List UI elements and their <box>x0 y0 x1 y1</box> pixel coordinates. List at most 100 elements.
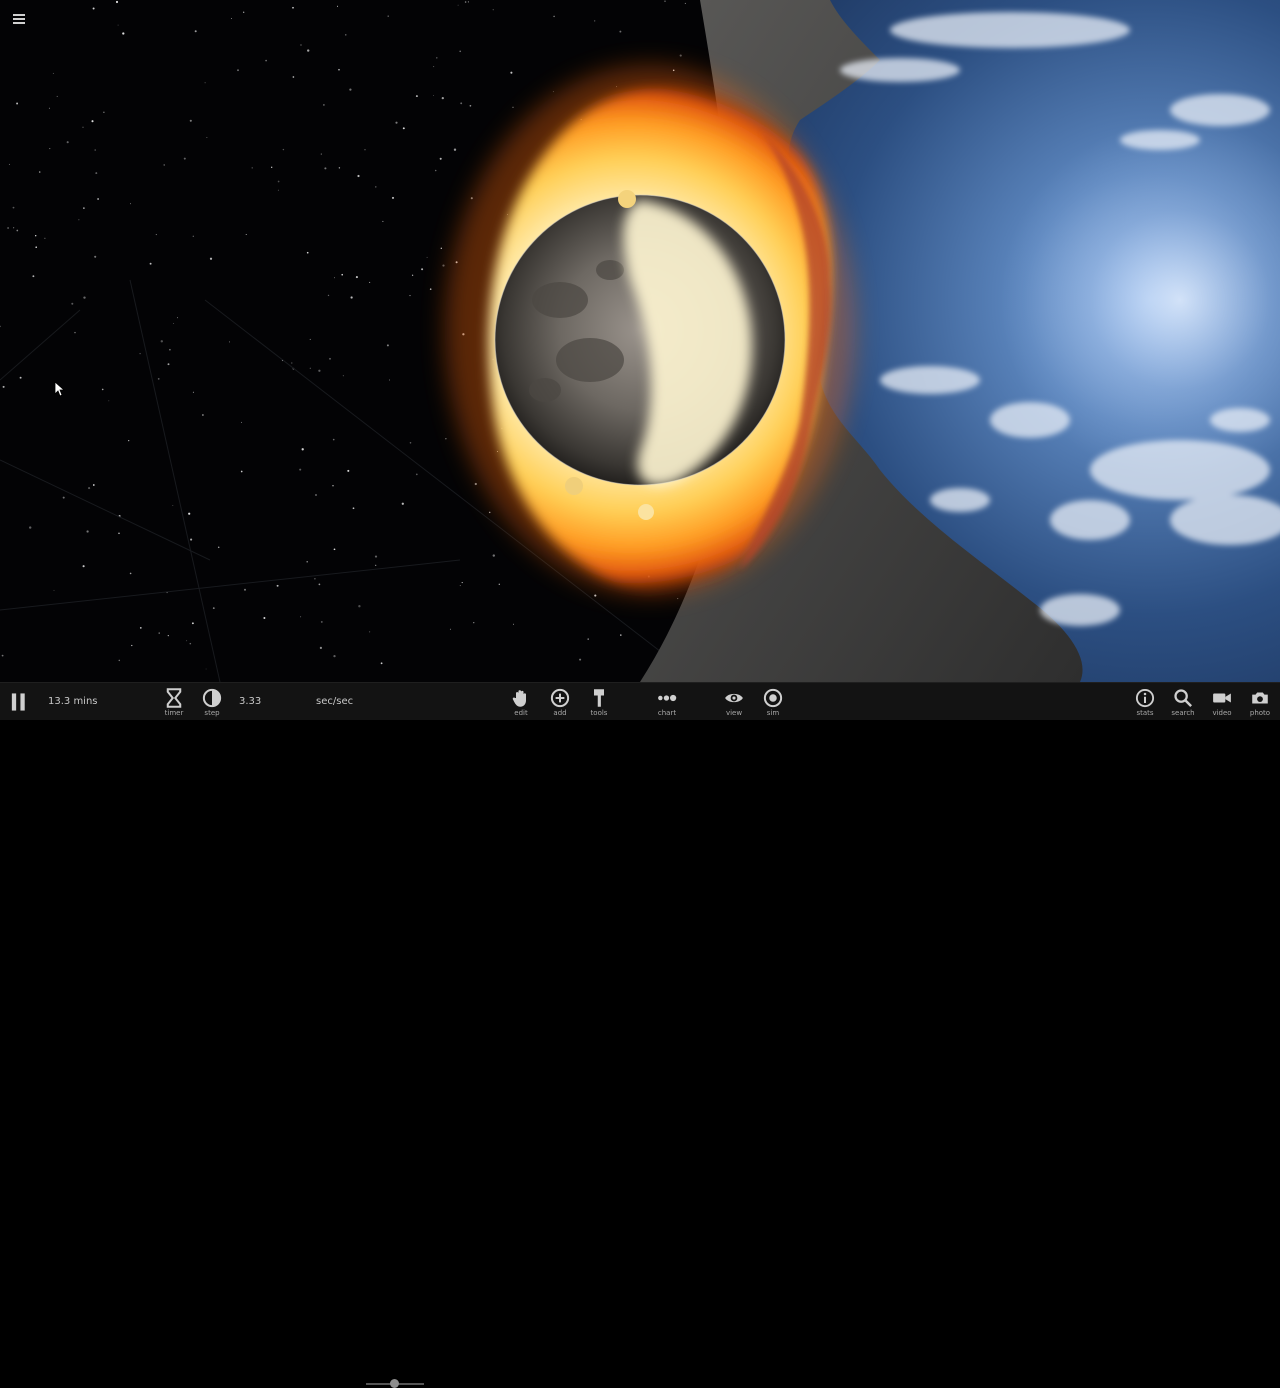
timer-button[interactable]: timer <box>162 683 186 721</box>
chart-label: chart <box>657 708 677 717</box>
star <box>440 247 442 249</box>
photo-button[interactable]: photo <box>1247 683 1273 721</box>
star <box>341 273 343 276</box>
star <box>186 640 188 642</box>
star <box>189 642 192 645</box>
star <box>352 507 355 510</box>
star <box>411 274 414 276</box>
star <box>395 121 398 124</box>
star <box>271 166 273 168</box>
star <box>460 102 463 105</box>
star <box>167 635 169 637</box>
sim-label: sim <box>766 708 780 717</box>
step-button[interactable]: step <box>200 683 224 721</box>
star <box>194 30 197 33</box>
stats-label: stats <box>1136 708 1154 717</box>
star <box>299 468 302 471</box>
plus-circle-icon <box>550 688 570 707</box>
star <box>387 15 389 17</box>
video-camera-icon <box>1213 693 1231 702</box>
star <box>309 338 311 340</box>
star <box>92 7 95 10</box>
camera-icon <box>1252 691 1268 704</box>
star <box>8 163 10 165</box>
star <box>620 634 622 636</box>
hourglass-icon <box>166 687 182 708</box>
star <box>251 167 253 169</box>
simulation-viewport[interactable] <box>0 0 1280 682</box>
star <box>16 102 19 105</box>
half-circle-icon <box>202 688 222 707</box>
star <box>131 644 133 647</box>
star <box>29 526 32 529</box>
star <box>86 530 89 533</box>
star <box>347 469 350 472</box>
stats-button[interactable]: stats <box>1133 683 1157 721</box>
pause-button[interactable] <box>8 683 30 721</box>
star <box>277 189 279 191</box>
star <box>436 57 438 59</box>
star <box>320 153 322 155</box>
star <box>117 24 119 26</box>
star <box>374 555 378 558</box>
star <box>594 594 597 597</box>
star <box>350 296 353 299</box>
star <box>338 167 341 169</box>
star <box>318 369 321 372</box>
star <box>128 440 130 442</box>
star <box>429 288 432 290</box>
star <box>97 198 100 200</box>
star <box>333 548 336 551</box>
star <box>163 164 165 166</box>
tools-button[interactable]: tools <box>587 683 611 721</box>
star <box>243 11 245 13</box>
add-button[interactable]: add <box>548 683 572 721</box>
dots-icon <box>658 694 677 701</box>
pause-icon <box>11 693 25 711</box>
star <box>204 82 206 84</box>
star <box>445 438 447 440</box>
menu-button[interactable] <box>8 8 30 30</box>
star <box>401 502 404 505</box>
star <box>375 186 377 188</box>
star <box>16 229 19 232</box>
star <box>139 627 142 629</box>
star <box>66 141 69 144</box>
star <box>498 583 500 585</box>
star <box>345 34 347 36</box>
time-rate-slider-handle[interactable] <box>390 1379 399 1388</box>
star <box>684 2 686 4</box>
star <box>240 470 243 473</box>
sim-button[interactable]: sim <box>761 683 785 721</box>
star <box>52 72 54 74</box>
video-button[interactable]: video <box>1209 683 1235 721</box>
star <box>53 589 55 591</box>
star <box>115 0 119 4</box>
star <box>320 620 323 623</box>
star <box>209 257 213 260</box>
edit-button[interactable]: edit <box>509 683 533 721</box>
star <box>83 296 86 299</box>
star <box>158 632 160 634</box>
star <box>426 256 428 258</box>
star <box>579 658 582 661</box>
star <box>306 560 308 563</box>
star <box>74 331 76 334</box>
star <box>619 30 622 33</box>
star <box>62 496 65 499</box>
star <box>338 68 340 71</box>
star <box>157 378 160 380</box>
star <box>38 171 41 173</box>
star <box>355 276 358 279</box>
star <box>510 71 513 74</box>
star <box>677 598 679 600</box>
star <box>306 251 309 254</box>
chart-button[interactable]: chart <box>654 683 680 721</box>
star <box>469 104 472 107</box>
star <box>679 54 682 57</box>
step-value: 3.33 <box>239 696 262 707</box>
simulation-scene[interactable] <box>0 0 1280 682</box>
view-button[interactable]: view <box>722 683 746 721</box>
search-button[interactable]: search <box>1170 683 1196 721</box>
star <box>282 148 285 151</box>
